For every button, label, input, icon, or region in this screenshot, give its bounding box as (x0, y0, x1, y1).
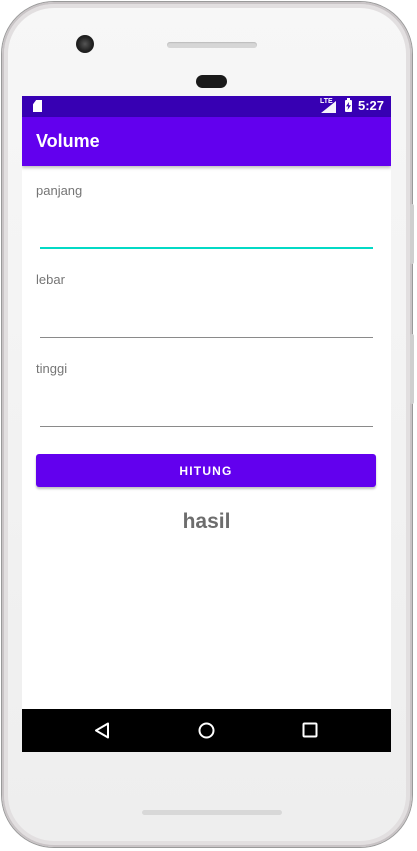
battery-charging-icon (345, 98, 352, 112)
home-icon (198, 722, 215, 739)
recents-icon (302, 722, 318, 738)
field-label-lebar: lebar (36, 272, 65, 287)
status-time: 5:27 (358, 98, 385, 113)
panjang-underline (40, 247, 373, 249)
tinggi-input[interactable] (40, 399, 373, 425)
lebar-input[interactable] (40, 310, 373, 336)
hitung-button[interactable]: HITUNG (36, 454, 376, 487)
field-label-tinggi: tinggi (36, 361, 68, 376)
bottom-speaker-grille (142, 810, 282, 815)
tinggi-underline (40, 426, 373, 427)
navigation-bar (22, 709, 391, 752)
back-button[interactable] (72, 709, 132, 752)
device-screen: LTE 5:27 Volume panjang lebar tinggi HIT… (22, 96, 391, 752)
front-camera-icon (76, 35, 94, 53)
top-speaker-grille (167, 42, 257, 48)
volume-button (410, 334, 414, 404)
recents-button[interactable] (280, 709, 340, 752)
app-bar: Volume (22, 117, 391, 166)
field-label-panjang: panjang (36, 183, 83, 198)
earpiece-icon (196, 75, 227, 88)
panjang-input[interactable] (40, 220, 373, 246)
result-text: hasil (182, 510, 231, 533)
lebar-underline (40, 337, 373, 338)
status-bar: LTE 5:27 (22, 96, 391, 117)
sd-card-icon (33, 100, 42, 112)
power-button (410, 204, 414, 264)
network-type: LTE (320, 98, 333, 105)
home-button[interactable] (176, 709, 236, 752)
back-icon (95, 722, 109, 739)
app-title: Volume (36, 131, 100, 151)
